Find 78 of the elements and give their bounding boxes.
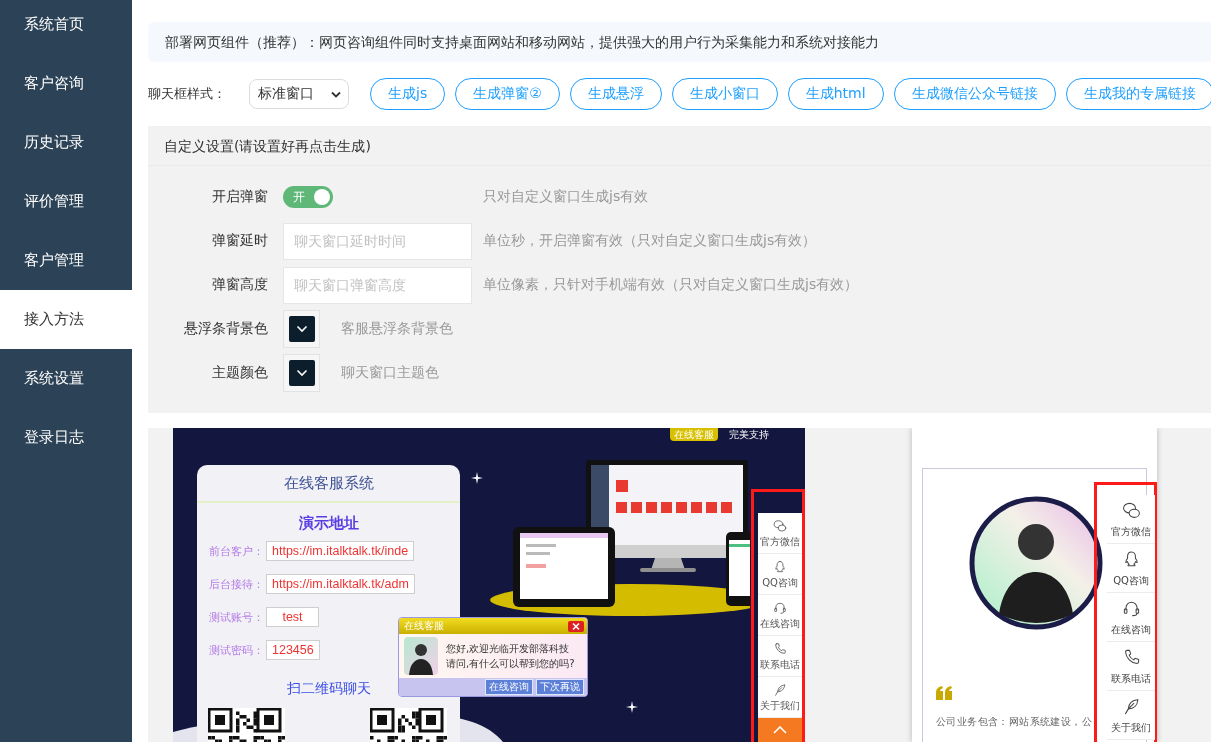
field-hint: 单位像素，只针对手机端有效（只对自定义窗口生成js有效） (483, 276, 859, 294)
notice-bar: 部署网页组件（推荐）：网页咨询组件同时支持桌面网站和移动网站，提供强大的用户行为采集能力和系统对接能力 (148, 22, 1211, 62)
text-field[interactable]: https://im.italktalk.tk/adm (266, 574, 415, 594)
sidebar-item[interactable]: 接入方法 (0, 290, 132, 349)
color-picker[interactable] (283, 310, 320, 348)
style-select[interactable]: 标准窗口 (249, 79, 349, 109)
text-field[interactable]: 123456 (266, 640, 320, 660)
popup-button[interactable]: 下次再说 (536, 679, 584, 695)
float-bar-label: QQ咨询 (1113, 574, 1149, 587)
text-field[interactable]: https://im.italktalk.tk/inde (266, 541, 415, 561)
field-hint: 单位秒，开启弹窗有效（只对自定义窗口生成js有效） (483, 232, 817, 250)
sidebar-item[interactable]: 客户咨询 (0, 54, 132, 113)
field-label: 悬浮条背景色 (183, 320, 268, 338)
banner-badge: 在线客服 (670, 428, 718, 441)
intro-text: 公司业务包含：网站系统建设，公 (936, 715, 1092, 729)
field-label: 前台客户： (209, 543, 265, 559)
sidebar-item[interactable]: 登录日志 (0, 408, 132, 467)
float-bar-label: 关于我们 (1111, 721, 1151, 734)
card-title: 在线客服系统 (197, 465, 460, 503)
popup-title: 在线客服 (404, 620, 444, 632)
message-line: 您好,欢迎光临开发部落科技 (446, 642, 571, 656)
field-hint: 只对自定义窗口生成js有效 (483, 188, 649, 206)
text-field[interactable]: test (266, 607, 319, 627)
quote-icon (936, 686, 952, 700)
sidebar-item[interactable]: 客户管理 (0, 231, 132, 290)
close-icon (568, 620, 584, 632)
float-bar-label: 官方微信 (1111, 525, 1151, 538)
chevron-down-icon (295, 369, 308, 377)
field-label: 聊天框样式： (148, 85, 227, 103)
generate-button[interactable]: 生成悬浮 (569, 78, 662, 110)
generate-button[interactable]: 生成微信公众号链接 (893, 78, 1056, 110)
popup-button[interactable]: 在线咨询 (485, 679, 533, 695)
chat-bubbles-icon (1121, 500, 1141, 520)
sidebar-item[interactable]: 历史记录 (0, 113, 132, 172)
generate-button[interactable]: 生成我的专属链接 (1065, 78, 1211, 110)
feather-icon (773, 682, 787, 697)
sidebar-item[interactable]: 系统首页 (0, 0, 132, 54)
qr-code-icon (208, 708, 285, 742)
card-subtitle: 扫二维码聊天 (286, 680, 371, 696)
phone-icon (773, 641, 787, 656)
chevron-up-icon (773, 726, 787, 734)
field-label: 测试密码： (209, 642, 265, 658)
caret-icon (331, 90, 341, 98)
chevron-down-icon (295, 325, 308, 333)
field-hint: 聊天窗口主题色 (341, 364, 439, 382)
penguin-icon (773, 559, 787, 574)
panel-header: 自定义设置(请设置好再点击生成) (148, 126, 1211, 166)
qr-code-icon (370, 708, 447, 742)
generate-button[interactable]: 生成js (370, 78, 446, 110)
field-label: 开启弹窗 (211, 188, 268, 206)
float-bar-label: 在线咨询 (1111, 623, 1151, 636)
generate-button[interactable]: 生成小窗口 (671, 78, 778, 110)
color-picker[interactable] (283, 354, 320, 392)
float-bar-label: 在线咨询 (760, 617, 800, 630)
sparkle-icon (626, 701, 638, 713)
float-bar-label: 官方微信 (760, 535, 800, 548)
avatar-placeholder (404, 637, 438, 675)
toggle-switch[interactable]: 开 (283, 186, 333, 208)
field-label: 弹窗高度 (211, 276, 268, 294)
sparkle-icon (471, 472, 483, 484)
chat-bubbles-icon (773, 518, 787, 533)
field-hint: 客服悬浮条背景色 (341, 320, 453, 338)
field-label: 主题颜色 (211, 364, 268, 382)
field-label: 后台接待： (209, 576, 265, 592)
card-subtitle: 演示地址 (298, 515, 359, 532)
message-line: 请问,有什么可以帮到您的吗? (446, 657, 575, 671)
generate-button[interactable]: 生成html (787, 78, 884, 110)
headset-icon (773, 600, 787, 615)
sidebar-item[interactable]: 系统设置 (0, 349, 132, 408)
float-bar-label: 关于我们 (760, 699, 800, 712)
float-bar-label: 联系电话 (760, 658, 800, 671)
generate-button[interactable]: 生成弹窗② (455, 78, 560, 110)
field-label: 弹窗延时 (211, 232, 268, 250)
field-label: 测试账号： (209, 609, 265, 625)
float-bar-label: 联系电话 (1111, 672, 1151, 685)
sidebar-item[interactable]: 评价管理 (0, 172, 132, 231)
banner-text: 完美支持 (729, 428, 769, 441)
float-bar-label: QQ咨询 (762, 576, 798, 589)
